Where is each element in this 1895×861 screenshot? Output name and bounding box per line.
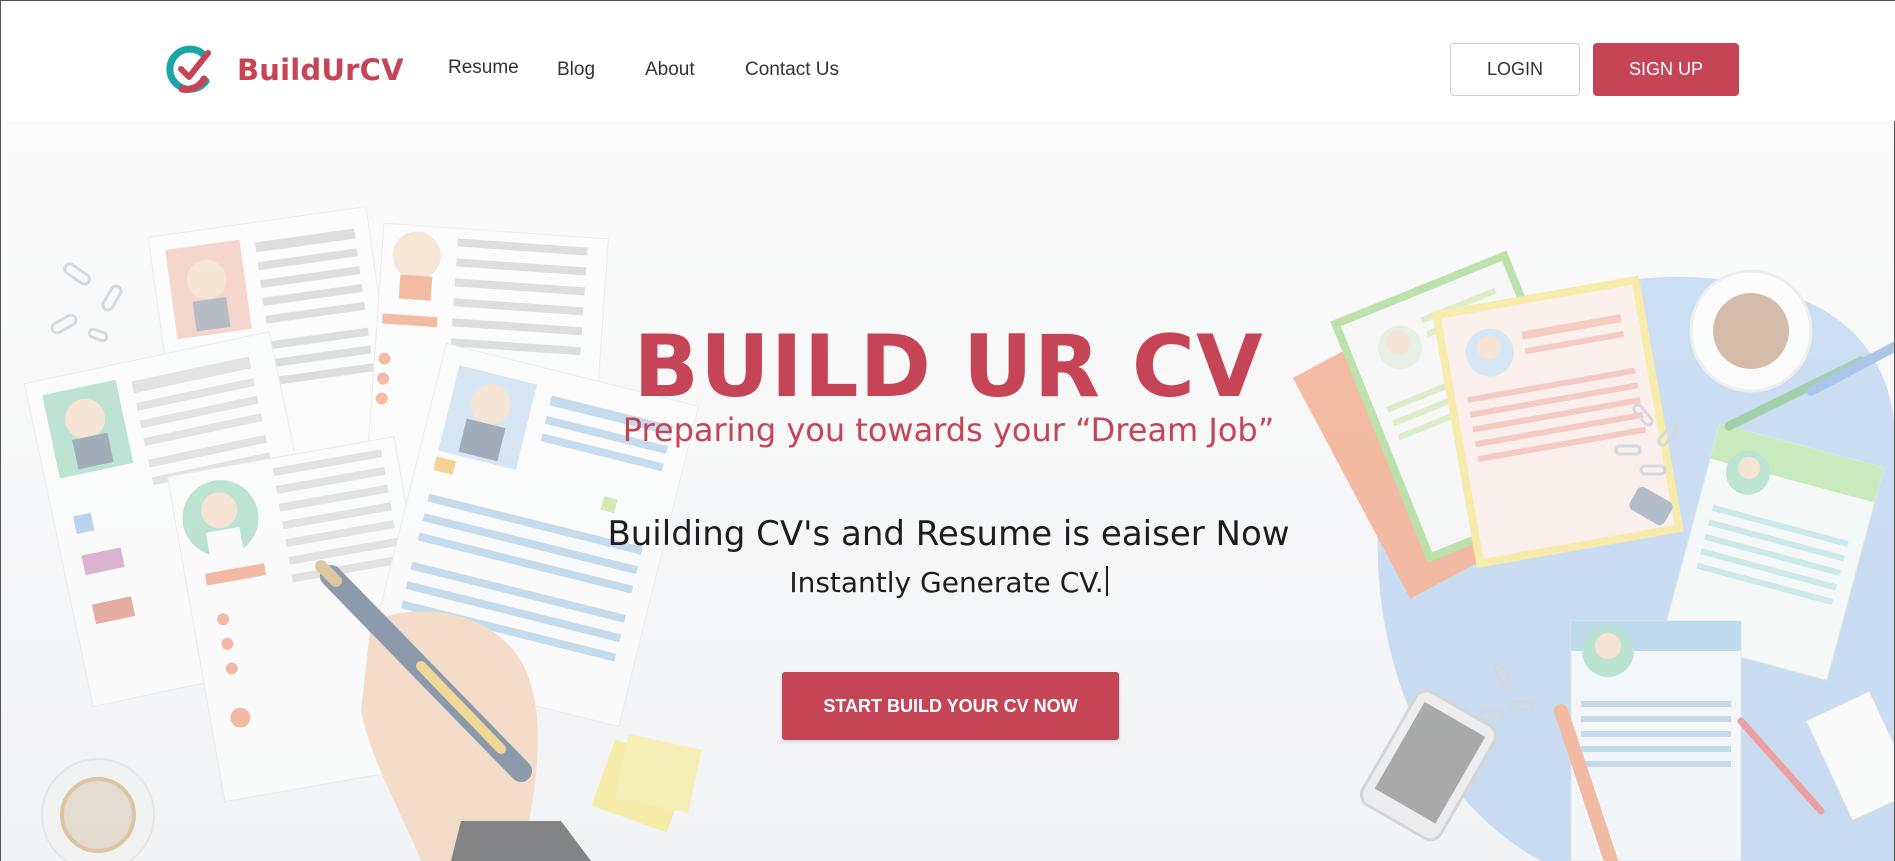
typing-cursor [1105, 566, 1108, 596]
signup-button[interactable]: SIGN UP [1593, 43, 1739, 96]
hero-title: BUILD UR CV [633, 317, 1264, 417]
hero-section: BUILD UR CV Preparing you towards your “… [1, 121, 1894, 861]
brand-name: BuildUrCV [237, 53, 404, 87]
logo-check-icon [166, 45, 211, 93]
nav-item-resume[interactable]: Resume [448, 57, 519, 79]
login-button[interactable]: LOGIN [1450, 43, 1580, 96]
resume-illustration-left [23, 206, 702, 861]
start-build-cv-button[interactable]: START BUILD YOUR CV NOW [782, 672, 1119, 740]
hero-subtitle: Preparing you towards your “Dream Job” [622, 411, 1275, 449]
nav-item-contact[interactable]: Contact Us [745, 59, 839, 81]
brand-logo[interactable]: BuildUrCV [164, 45, 404, 95]
hero-tagline: Building CV's and Resume is eaiser Now [607, 514, 1290, 554]
nav-item-blog[interactable]: Blog [557, 59, 595, 81]
site-header: BuildUrCV Resume Blog About Contact Us L… [1, 1, 1895, 121]
hero-typing-line: Instantly Generate CV. [1, 566, 1894, 599]
desk-illustration-right [1292, 250, 1894, 861]
nav-item-about[interactable]: About [645, 59, 695, 81]
hero-typing-text: Instantly Generate CV. [789, 566, 1104, 599]
